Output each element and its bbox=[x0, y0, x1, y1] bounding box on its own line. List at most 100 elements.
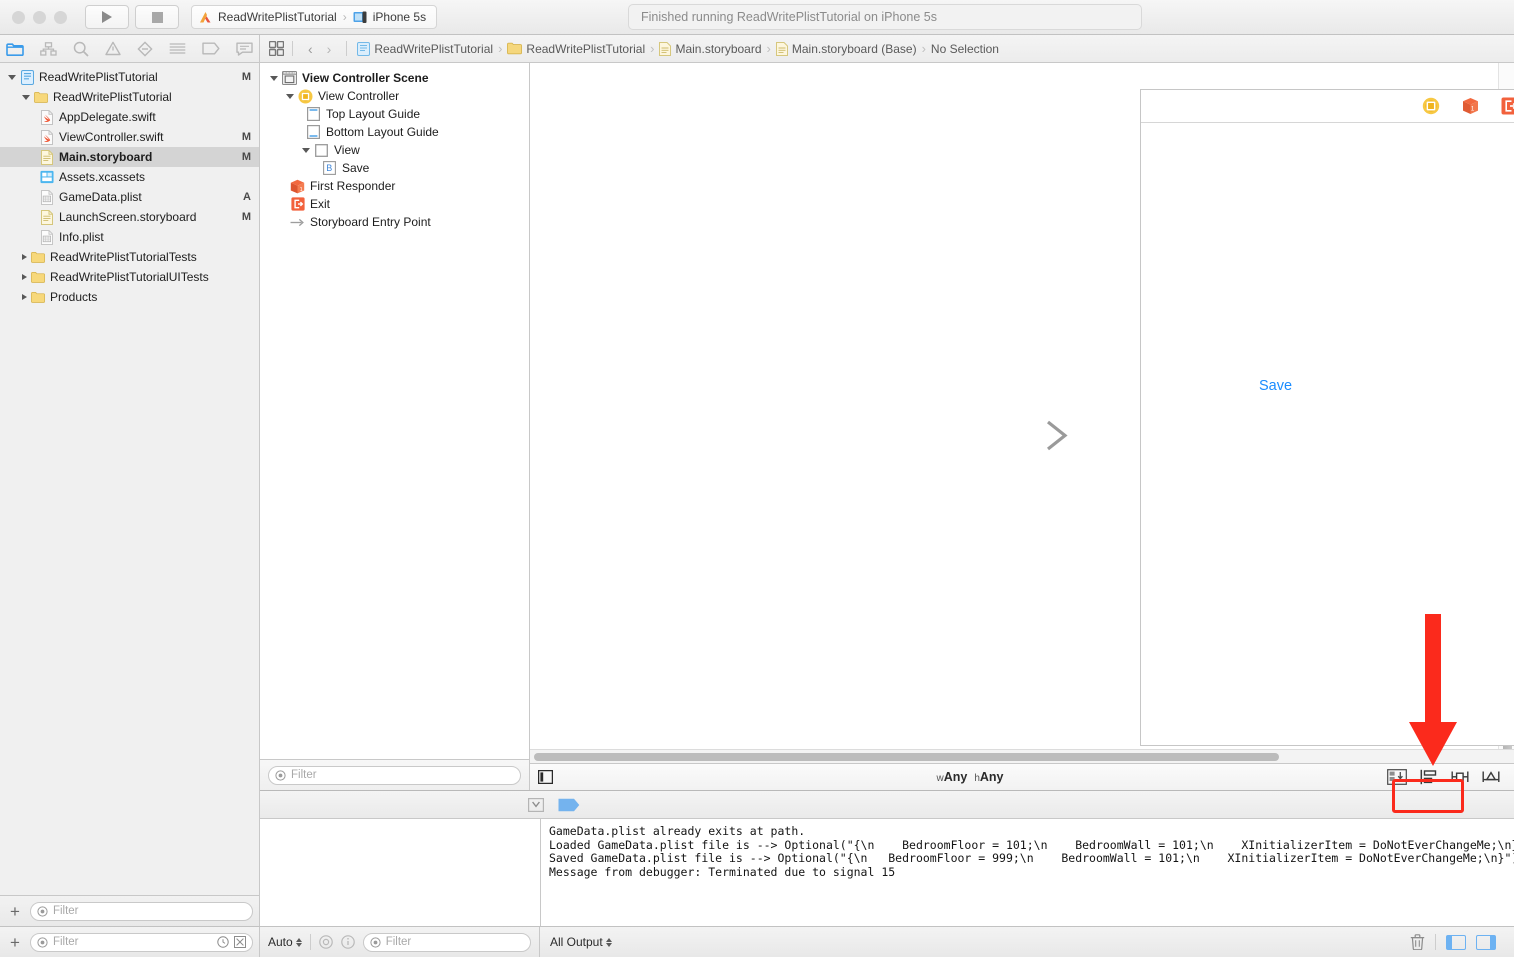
warning-triangle-icon[interactable] bbox=[105, 41, 121, 56]
outline-row[interactable]: 1 First Responder bbox=[260, 177, 529, 195]
output-popup[interactable]: All Output bbox=[550, 935, 612, 949]
breadcrumb-item-file[interactable]: Main.storyboard bbox=[657, 41, 763, 56]
resolve-auto-layout-issues-icon[interactable] bbox=[1482, 769, 1500, 785]
disclosure-triangle-icon[interactable] bbox=[270, 75, 278, 81]
file-row[interactable]: LaunchScreen.storyboard M bbox=[0, 207, 259, 227]
scope-popup[interactable]: Auto bbox=[268, 935, 302, 949]
file-row[interactable]: Products bbox=[0, 287, 259, 307]
navigator-status-filter-input[interactable]: Filter bbox=[29, 932, 253, 952]
console-line: GameData.plist already exits at path. bbox=[549, 824, 806, 838]
disclosure-triangle-icon[interactable] bbox=[22, 274, 27, 280]
canvas-horizontal-scrollbar[interactable] bbox=[530, 749, 1514, 763]
file-row[interactable]: ReadWritePlistTutorial M bbox=[0, 67, 259, 87]
outline-row[interactable]: View Controller Scene bbox=[260, 69, 529, 87]
variables-view[interactable] bbox=[260, 819, 541, 926]
target-icon[interactable] bbox=[318, 935, 333, 949]
view-controller-dock-icon[interactable] bbox=[1422, 97, 1440, 115]
file-row[interactable]: Assets.xcassets bbox=[0, 167, 259, 187]
file-row[interactable]: Info.plist bbox=[0, 227, 259, 247]
breadcrumb-item-selection[interactable]: No Selection bbox=[929, 42, 1001, 56]
disclosure-triangle-icon[interactable] bbox=[22, 294, 27, 300]
folder-icon bbox=[34, 90, 48, 105]
folder-icon[interactable] bbox=[6, 42, 24, 56]
outline-row[interactable]: Top Layout Guide bbox=[260, 105, 529, 123]
debug-status-segment: Auto Filter bbox=[260, 927, 540, 957]
interface-builder-canvas[interactable]: 1 Save bbox=[530, 63, 1514, 749]
navigator-selector-bar bbox=[0, 35, 260, 62]
diamond-icon[interactable] bbox=[137, 40, 153, 57]
file-row[interactable]: Main.storyboard M bbox=[0, 147, 259, 167]
outline-row[interactable]: Bottom Layout Guide bbox=[260, 123, 529, 141]
info-icon[interactable] bbox=[340, 935, 355, 949]
run-button[interactable] bbox=[85, 5, 129, 29]
stop-button[interactable] bbox=[135, 5, 179, 29]
disclosure-triangle-icon[interactable] bbox=[22, 254, 27, 260]
svg-text:B: B bbox=[326, 163, 332, 173]
folder-icon bbox=[31, 250, 45, 265]
disclosure-triangle-icon[interactable] bbox=[302, 147, 310, 153]
svg-text:1: 1 bbox=[300, 187, 303, 193]
console-line: Loaded GameData.plist file is --> Option… bbox=[549, 837, 1514, 852]
disclosure-triangle-icon[interactable] bbox=[8, 74, 16, 80]
size-class-indicator[interactable]: wAny hAny bbox=[937, 770, 1004, 784]
scheme-selector[interactable]: ReadWritePlistTutorial › iPhone 5s bbox=[191, 5, 438, 29]
breakpoint-icon[interactable] bbox=[558, 798, 580, 812]
related-items-button[interactable] bbox=[269, 41, 284, 56]
file-row[interactable]: ReadWritePlistTutorialTests bbox=[0, 247, 259, 267]
console-filter-input[interactable]: Filter bbox=[362, 932, 531, 952]
navigator-filter-input[interactable]: Filter bbox=[29, 901, 253, 921]
add-file-button[interactable]: + bbox=[6, 903, 24, 920]
filter-icon bbox=[37, 936, 48, 948]
file-row[interactable]: ReadWritePlistTutorialUITests bbox=[0, 267, 259, 287]
project-icon bbox=[357, 41, 371, 56]
document-outline-toggle[interactable] bbox=[538, 770, 553, 784]
file-label: GameData.plist bbox=[59, 190, 142, 204]
file-row[interactable]: ViewController.swift M bbox=[0, 127, 259, 147]
folder-icon bbox=[31, 270, 45, 285]
console-pane-toggle[interactable] bbox=[1476, 934, 1496, 950]
variables-pane-toggle[interactable] bbox=[1446, 934, 1466, 950]
activity-status-field: Finished running ReadWritePlistTutorial … bbox=[628, 4, 1142, 30]
first-responder-dock-icon[interactable]: 1 bbox=[1462, 97, 1479, 115]
outline-row[interactable]: Exit bbox=[260, 195, 529, 213]
xcode-window: ReadWritePlistTutorial › iPhone 5s Finis… bbox=[0, 0, 1514, 957]
outline-row[interactable]: View bbox=[260, 141, 529, 159]
exit-dock-icon[interactable] bbox=[1501, 97, 1514, 115]
outline-row[interactable]: View Controller bbox=[260, 87, 529, 105]
breadcrumb-item-project[interactable]: ReadWritePlistTutorial bbox=[355, 41, 495, 56]
outline-row[interactable]: Storyboard Entry Point bbox=[260, 213, 529, 231]
search-icon[interactable] bbox=[73, 41, 89, 57]
add-button[interactable]: + bbox=[6, 934, 24, 951]
forward-button[interactable]: › bbox=[320, 41, 339, 57]
tag-icon[interactable] bbox=[202, 42, 220, 55]
clock-icon[interactable] bbox=[217, 936, 229, 948]
speech-bubble-icon[interactable] bbox=[236, 42, 253, 56]
file-row[interactable]: GameData.plist A bbox=[0, 187, 259, 207]
trash-icon[interactable] bbox=[1410, 934, 1425, 950]
hierarchy-icon[interactable] bbox=[40, 41, 57, 56]
back-button[interactable]: ‹ bbox=[301, 41, 320, 57]
outline-filter-input[interactable]: Filter bbox=[268, 765, 521, 785]
file-label: ReadWritePlistTutorial bbox=[39, 70, 158, 84]
canvas-horizontal-scroll-thumb[interactable] bbox=[534, 752, 1279, 761]
breadcrumb-item-group[interactable]: ReadWritePlistTutorial bbox=[505, 42, 647, 56]
outline-row[interactable]: B Save bbox=[260, 159, 529, 177]
breadcrumb-item-variant[interactable]: Main.storyboard (Base) bbox=[774, 41, 919, 56]
zoom-window-button[interactable] bbox=[54, 10, 67, 24]
editor-column: View Controller Scene View Controller Top … bbox=[260, 63, 1514, 926]
debug-view-hierarchy-icon[interactable] bbox=[528, 797, 544, 812]
file-row[interactable]: AppDelegate.swift bbox=[0, 107, 259, 127]
file-label: Main.storyboard bbox=[59, 150, 153, 164]
console-line: Message from debugger: Terminated due to… bbox=[549, 864, 896, 879]
outline-label: View Controller bbox=[318, 89, 400, 103]
disclosure-triangle-icon[interactable] bbox=[22, 94, 30, 100]
source-control-filter-icon[interactable] bbox=[234, 936, 246, 948]
save-button[interactable]: Save bbox=[1259, 378, 1292, 394]
status-divider bbox=[309, 934, 311, 950]
minimize-window-button[interactable] bbox=[33, 10, 46, 24]
file-row[interactable]: ReadWritePlistTutorial bbox=[0, 87, 259, 107]
close-window-button[interactable] bbox=[12, 10, 25, 24]
console-output[interactable]: GameData.plist already exits at path. Loa… bbox=[541, 819, 1514, 926]
list-icon[interactable] bbox=[169, 42, 186, 55]
disclosure-triangle-icon[interactable] bbox=[286, 93, 294, 99]
